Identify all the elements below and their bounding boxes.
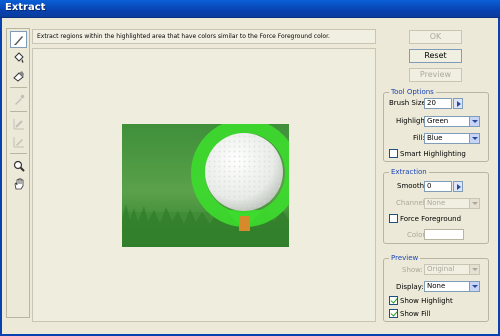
edge-highlighter-tool[interactable] — [10, 31, 27, 48]
fill-color-select[interactable]: Blue — [424, 133, 480, 144]
toolbox-separator — [10, 87, 27, 88]
smooth-label: Smooth: — [397, 182, 427, 190]
reset-button[interactable]: Reset — [409, 49, 462, 63]
tool-options-legend: Tool Options — [389, 88, 436, 96]
highlight-color-select[interactable]: Green — [424, 116, 480, 127]
chevron-down-icon — [469, 199, 479, 208]
force-foreground-label: Force Foreground — [400, 215, 462, 223]
preview-legend: Preview — [389, 254, 421, 262]
show-label: Show: — [402, 266, 423, 274]
golf-ball-photo — [122, 124, 289, 247]
eyedropper-tool-icon — [15, 94, 25, 105]
eyedropper-tool[interactable] — [10, 91, 27, 108]
edge-touchup-tool-icon — [13, 137, 24, 148]
show-select[interactable]: Original — [424, 264, 480, 275]
chevron-down-icon — [469, 117, 479, 126]
show-fill-checkbox[interactable] — [389, 309, 398, 318]
tool-options-group: Tool Options Brush Size: 20 Highlight: G… — [383, 88, 489, 162]
zoom-tool-icon — [13, 160, 25, 172]
highlight-color-value: Green — [427, 117, 449, 125]
title-bar: Extract — [0, 0, 500, 18]
fill-label: Fill: — [413, 134, 425, 142]
brush-size-spin-button[interactable] — [453, 98, 463, 109]
window-title: Extract — [5, 2, 46, 13]
fill-color-value: Blue — [427, 134, 443, 142]
ok-button[interactable]: OK — [409, 30, 462, 44]
preview-button[interactable]: Preview — [409, 68, 462, 82]
zoom-tool[interactable] — [10, 157, 27, 174]
show-highlight-label: Show Highlight — [400, 297, 453, 305]
channel-value: None — [427, 199, 446, 207]
show-fill-label: Show Fill — [400, 310, 431, 318]
show-highlight-checkbox[interactable] — [389, 296, 398, 305]
smart-highlighting-checkbox[interactable] — [389, 149, 398, 158]
force-foreground-checkbox[interactable] — [389, 214, 398, 223]
brush-size-label: Brush Size: — [389, 99, 429, 107]
eraser-tool-icon — [13, 71, 24, 82]
cleanup-tool-icon — [13, 119, 24, 130]
show-value: Original — [427, 265, 455, 273]
fill-tool[interactable] — [10, 49, 27, 66]
hand-tool[interactable] — [10, 175, 27, 192]
foreground-color-swatch[interactable] — [424, 229, 464, 240]
display-label: Display: — [396, 283, 424, 291]
hand-tool-icon — [14, 178, 24, 190]
extraction-group: Extraction Smooth: 0 Channel: None Force… — [383, 168, 489, 244]
toolbox-separator — [10, 153, 27, 154]
preview-group: Preview Show: Original Display: None Sho… — [383, 254, 489, 322]
extraction-legend: Extraction — [389, 168, 429, 176]
fill-tool-icon — [14, 52, 24, 63]
chevron-down-icon — [469, 282, 479, 291]
smooth-field[interactable]: 0 — [424, 181, 452, 192]
display-value: None — [427, 282, 446, 290]
eraser-tool[interactable] — [10, 67, 27, 84]
smooth-spin-button[interactable] — [453, 181, 463, 192]
cleanup-tool[interactable] — [10, 115, 27, 132]
channel-label: Channel: — [396, 199, 428, 207]
instruction-hint: Extract regions within the highlighted a… — [32, 29, 376, 44]
toolbox — [6, 28, 30, 318]
preview-canvas[interactable] — [32, 48, 376, 322]
edge-touchup-tool[interactable] — [10, 133, 27, 150]
edge-highlighter-tool-icon — [14, 36, 23, 45]
display-select[interactable]: None — [424, 281, 480, 292]
brush-size-field[interactable]: 20 — [424, 98, 452, 109]
chevron-down-icon — [469, 134, 479, 143]
channel-select[interactable]: None — [424, 198, 480, 209]
toolbox-separator — [10, 111, 27, 112]
smart-highlighting-label: Smart Highlighting — [400, 150, 466, 158]
chevron-down-icon — [469, 265, 479, 274]
